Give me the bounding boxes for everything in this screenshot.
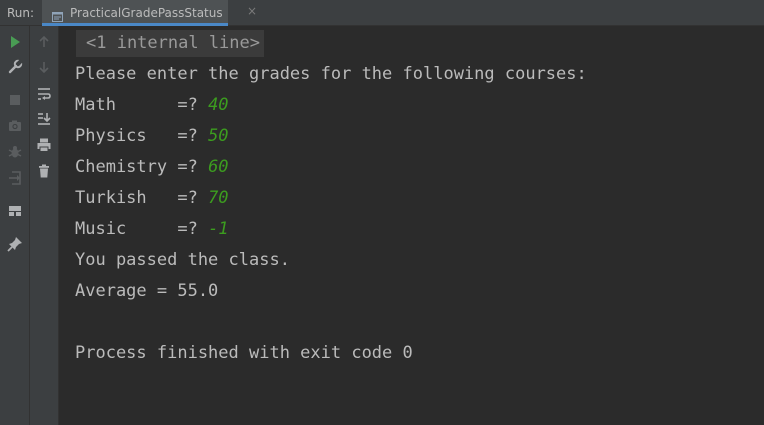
grade-entry-physics: Physics =? 50 (75, 124, 229, 148)
arrow-up-icon[interactable] (36, 34, 52, 50)
run-label: Run: (7, 6, 35, 20)
result-line: You passed the class. (75, 250, 290, 270)
grade-label: Turkish =? (75, 188, 209, 208)
grade-label: Physics =? (75, 126, 209, 146)
print-icon[interactable] (36, 137, 52, 153)
run-tool-window: Run: PracticalGradePassStatus × <1 inter… (0, 0, 764, 425)
grade-entry-chemistry: Chemistry =? 60 (75, 155, 229, 179)
login-icon[interactable] (7, 170, 23, 186)
run-tab-bar: Run: PracticalGradePassStatus × (0, 0, 764, 26)
soft-wrap-icon[interactable] (36, 86, 52, 102)
stop-icon[interactable] (7, 92, 23, 108)
grade-entry-math: Math =? 40 (75, 93, 229, 117)
wrench-icon[interactable] (7, 59, 23, 75)
exit-code-line: Process finished with exit code 0 (75, 343, 413, 363)
pin-icon[interactable] (7, 236, 23, 252)
grade-input-value: 70 (208, 188, 229, 208)
grade-label: Music =? (75, 219, 209, 239)
layout-icon[interactable] (7, 203, 23, 219)
grade-entry-music: Music =? -1 (75, 217, 229, 241)
grade-input-value: 50 (208, 126, 229, 146)
internal-line-fold[interactable]: <1 internal line> (76, 30, 264, 57)
run-config-tab[interactable]: PracticalGradePassStatus × (42, 0, 257, 26)
camera-icon[interactable] (7, 118, 23, 134)
trash-icon[interactable] (36, 163, 52, 179)
grade-input-value: 40 (208, 95, 229, 115)
prompt-line: Please enter the grades for the followin… (75, 64, 587, 84)
run-toolbar-primary (0, 26, 30, 425)
close-icon[interactable]: × (247, 4, 257, 18)
grade-input-value: 60 (208, 157, 229, 177)
console-icon (52, 7, 63, 22)
grade-label: Math =? (75, 95, 209, 115)
run-tab-label: PracticalGradePassStatus (70, 6, 223, 20)
arrow-down-icon[interactable] (36, 59, 52, 75)
grade-entry-turkish: Turkish =? 70 (75, 186, 229, 210)
debug-icon[interactable] (7, 144, 23, 160)
scroll-to-end-icon[interactable] (36, 111, 52, 127)
console-output[interactable]: <1 internal line> Please enter the grade… (59, 26, 764, 425)
grade-label: Chemistry =? (75, 157, 209, 177)
grade-input-value: -1 (208, 219, 229, 239)
average-line: Average = 55.0 (75, 281, 219, 301)
play-icon[interactable] (7, 34, 23, 50)
run-toolbar-secondary (30, 26, 59, 425)
